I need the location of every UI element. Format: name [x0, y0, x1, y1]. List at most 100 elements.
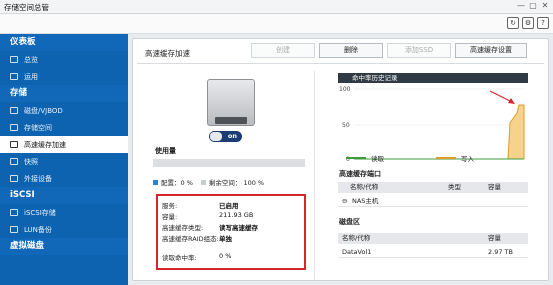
- annotation-arrow-shaft: [489, 90, 513, 103]
- refresh-icon[interactable]: ↻: [507, 17, 519, 29]
- info-value: 已启用: [219, 202, 239, 210]
- backup-icon: [10, 226, 18, 233]
- cache-info-box: 服务: 已启用 容量: 211.93 GB 高速缓存类型: 读写高速缓存 高速缓…: [156, 194, 306, 270]
- y-tick-50: 50: [342, 122, 350, 129]
- sidebar-item-lun-backup[interactable]: LUN备份: [0, 221, 128, 238]
- info-row: 高速缓存类型: 读写高速缓存: [162, 222, 300, 233]
- sidebar-item-snapshot[interactable]: 快照: [0, 153, 128, 170]
- usb-icon: [10, 175, 18, 182]
- sidebar-item-storage-space[interactable]: 存储空间: [0, 119, 128, 136]
- chart-title: 命中率历史记录: [338, 73, 528, 83]
- sidebar-item-label: 快照: [24, 157, 38, 166]
- collapse-icon[interactable]: ⊖: [342, 195, 347, 207]
- ssd-icon: [201, 77, 261, 132]
- add-ssd-button[interactable]: 添加SSD: [387, 43, 451, 58]
- toggle-label: on: [227, 132, 237, 140]
- sidebar-section-virtual-disk[interactable]: 虚拟磁盘: [0, 238, 128, 255]
- sidebar-item-disks[interactable]: 磁盘/VJBOD: [0, 102, 128, 119]
- legend-write-line: [436, 157, 456, 159]
- disk-area-title: 磁盘区: [339, 218, 360, 226]
- col-name: 名称/代称: [350, 183, 379, 191]
- legend-write-label: 写入: [461, 155, 474, 163]
- info-value: 0 %: [219, 252, 232, 260]
- divider: [137, 63, 544, 64]
- sidebar-item-external-devices[interactable]: 外接设备: [0, 170, 128, 187]
- page-title: 高速缓存加速: [145, 49, 190, 58]
- info-key: 服务:: [162, 202, 178, 210]
- free-text: 剩余空间： 100 %: [208, 179, 265, 187]
- sidebar-section-storage[interactable]: 存储: [0, 85, 128, 102]
- legend-write: 写入: [436, 153, 474, 163]
- sidebar-section-dashboard[interactable]: 仪表板: [0, 34, 128, 51]
- cache-icon: [10, 141, 18, 148]
- cell-name: DataVol1: [342, 248, 372, 256]
- column-divider: [314, 71, 315, 280]
- sidebar-item-label: 存储空间: [24, 123, 52, 132]
- iscsi-icon: [10, 209, 18, 216]
- col-capacity: 容量: [488, 183, 501, 191]
- cache-toggle[interactable]: on: [209, 131, 242, 142]
- sidebar-item-label: 磁盘/VJBOD: [24, 106, 63, 115]
- sidebar-item-label: iSCSI存储: [24, 208, 56, 217]
- storage-icon: [10, 124, 18, 131]
- usage-label: 使用量: [155, 147, 176, 155]
- help-icon[interactable]: ?: [537, 17, 549, 29]
- info-row: 服务: 已启用: [162, 200, 300, 211]
- legend-read-line: [346, 157, 366, 159]
- info-key: 高速缓存RAID组态:: [162, 235, 219, 243]
- usage-icon: [10, 73, 18, 80]
- hit-ratio-chart: 命中率历史记录 100 50 0: [338, 73, 528, 165]
- sidebar-item-iscsi-storage[interactable]: iSCSI存储: [0, 204, 128, 221]
- allocated-text: 配置：0 %: [161, 179, 193, 187]
- legend-read-label: 读取: [371, 155, 384, 163]
- disk-icon: [10, 107, 18, 114]
- cache-port-title: 高速缓存端口: [339, 170, 381, 178]
- info-value: 读写高速缓存: [219, 224, 258, 232]
- maximize-icon[interactable]: ▢: [528, 2, 538, 11]
- window-titlebar: 存储空间总管 — ▢ ✕: [0, 0, 553, 14]
- sidebar-item-cache-acceleration[interactable]: 高速缓存加速: [0, 136, 128, 153]
- sidebar-item-label: LUN备份: [24, 225, 52, 234]
- sidebar-item-usage[interactable]: 运用: [0, 68, 128, 85]
- sidebar-item-label: 外接设备: [24, 174, 52, 183]
- sidebar-item-label: 运用: [24, 72, 38, 81]
- col-capacity: 容量: [488, 234, 501, 242]
- info-row: 读取命中率: 0 %: [162, 252, 300, 263]
- delete-button[interactable]: 删除: [319, 43, 383, 58]
- usage-bar: [153, 159, 305, 167]
- info-key: 容量:: [162, 213, 178, 221]
- cache-settings-button[interactable]: 高速缓存设置: [455, 43, 527, 58]
- sidebar-item-label: 高速缓存加速: [24, 140, 66, 149]
- create-button[interactable]: 创建: [251, 43, 315, 58]
- info-row: 高速缓存RAID组态: 单独: [162, 233, 300, 252]
- snapshot-icon: [10, 158, 18, 165]
- write-series-area: [507, 104, 525, 160]
- table-row[interactable]: DataVol1 2.97 TB: [338, 246, 528, 258]
- top-toolbar: ↻ ⚙ ?: [0, 14, 553, 34]
- disk-area-table-header: 名称/代称 容量: [338, 233, 528, 244]
- info-key: 读取命中率:: [162, 254, 197, 262]
- sidebar: 仪表板 总览 运用 存储 磁盘/VJBOD 存储空间 高速缓存加速 快照 外接设…: [0, 34, 128, 285]
- usage-legend: 配置：0 % 剩余空间： 100 %: [153, 177, 264, 187]
- close-icon[interactable]: ✕: [540, 2, 550, 11]
- minimize-icon[interactable]: —: [516, 2, 526, 11]
- gear-icon[interactable]: ⚙: [522, 17, 534, 29]
- legend-read: 读取: [346, 153, 384, 163]
- info-value: 单独: [219, 235, 232, 243]
- col-name: 名称/代称: [342, 234, 371, 242]
- info-key: 高速缓存类型:: [162, 224, 204, 232]
- cache-port-table-header: 名称/代称 类型 容量: [338, 182, 528, 193]
- allocated-swatch: [153, 179, 158, 185]
- y-tick-100: 100: [339, 86, 351, 93]
- info-row: 容量: 211.93 GB: [162, 211, 300, 222]
- cell-name: NAS主机: [352, 197, 379, 205]
- free-swatch: [200, 179, 206, 185]
- sidebar-item-label: 总览: [24, 55, 38, 64]
- info-value: 211.93 GB: [219, 211, 254, 219]
- overview-icon: [10, 56, 18, 63]
- col-type: 类型: [448, 183, 461, 191]
- cell-capacity: 2.97 TB: [488, 248, 513, 256]
- sidebar-section-iscsi[interactable]: iSCSI: [0, 187, 128, 204]
- sidebar-item-overview[interactable]: 总览: [0, 51, 128, 68]
- table-row[interactable]: ⊖ NAS主机: [338, 195, 528, 207]
